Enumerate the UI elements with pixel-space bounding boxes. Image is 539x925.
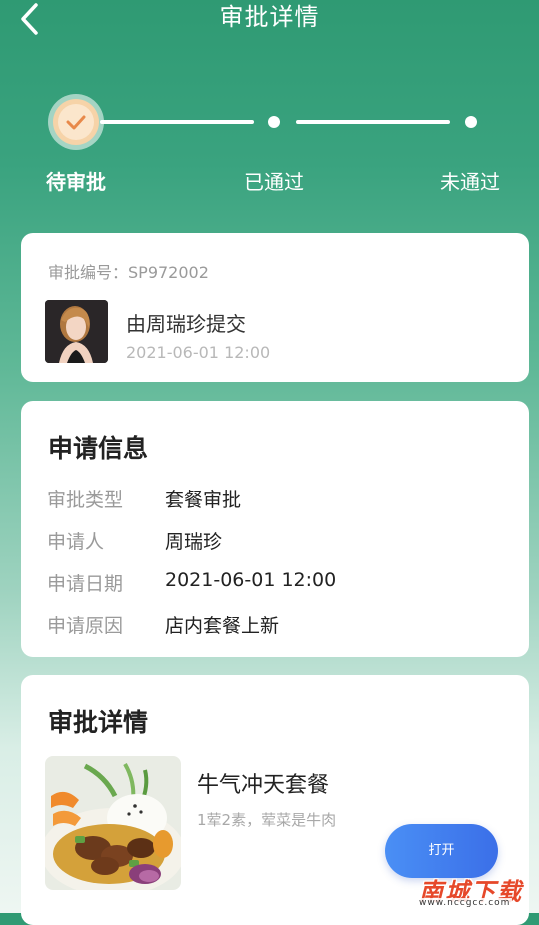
avatar-photo (45, 300, 108, 363)
open-button[interactable]: 打开 (385, 824, 498, 878)
info-key: 审批类型 (47, 489, 124, 511)
step-connector (296, 120, 450, 124)
header-bar: 审批详情 (0, 0, 539, 40)
meal-description: 1荤2素，荤菜是牛肉 (197, 811, 337, 829)
meal-image[interactable] (45, 756, 181, 890)
avatar (45, 300, 108, 363)
step-indicator-current (53, 99, 99, 145)
site-watermark: 南城下载 www.nccgcc.com (413, 874, 531, 910)
section-title: 审批详情 (48, 708, 149, 737)
approval-number-label: 审批编号： (48, 263, 129, 282)
apply-info-card: 申请信息 审批类型 套餐审批 申请人 周瑞珍 申请日期 2021-06-01 1… (21, 401, 529, 657)
step-label-rejected: 未通过 (440, 170, 500, 194)
info-key: 申请原因 (47, 615, 124, 637)
approval-summary-card: 审批编号：SP972002 由周瑞珍提交 2021-06-01 12:00 (21, 233, 529, 382)
info-value: 2021-06-01 12:00 (165, 569, 337, 591)
section-title: 申请信息 (48, 434, 149, 463)
approval-stepper: 待审批 已通过 未通过 (0, 90, 539, 200)
watermark-url: www.nccgcc.com (417, 898, 513, 908)
info-value: 店内套餐上新 (165, 615, 280, 637)
meal-name: 牛气冲天套餐 (197, 773, 330, 798)
info-key: 申请日期 (47, 573, 124, 595)
submitter-text: 由周瑞珍提交 (126, 312, 246, 336)
check-icon (66, 115, 86, 130)
submit-time: 2021-06-01 12:00 (126, 343, 271, 362)
step-connector (100, 120, 254, 124)
step-label-approved: 已通过 (244, 170, 304, 194)
page-title: 审批详情 (219, 3, 320, 31)
step-indicator-dot (268, 116, 280, 128)
info-key: 申请人 (47, 531, 105, 553)
step-indicator-dot (465, 116, 477, 128)
approval-number: 审批编号：SP972002 (48, 259, 209, 283)
info-value: 套餐审批 (165, 489, 242, 511)
approval-number-value: SP972002 (128, 263, 209, 282)
info-value: 周瑞珍 (165, 531, 223, 553)
food-photo (45, 756, 181, 890)
step-label-pending: 待审批 (46, 170, 106, 194)
